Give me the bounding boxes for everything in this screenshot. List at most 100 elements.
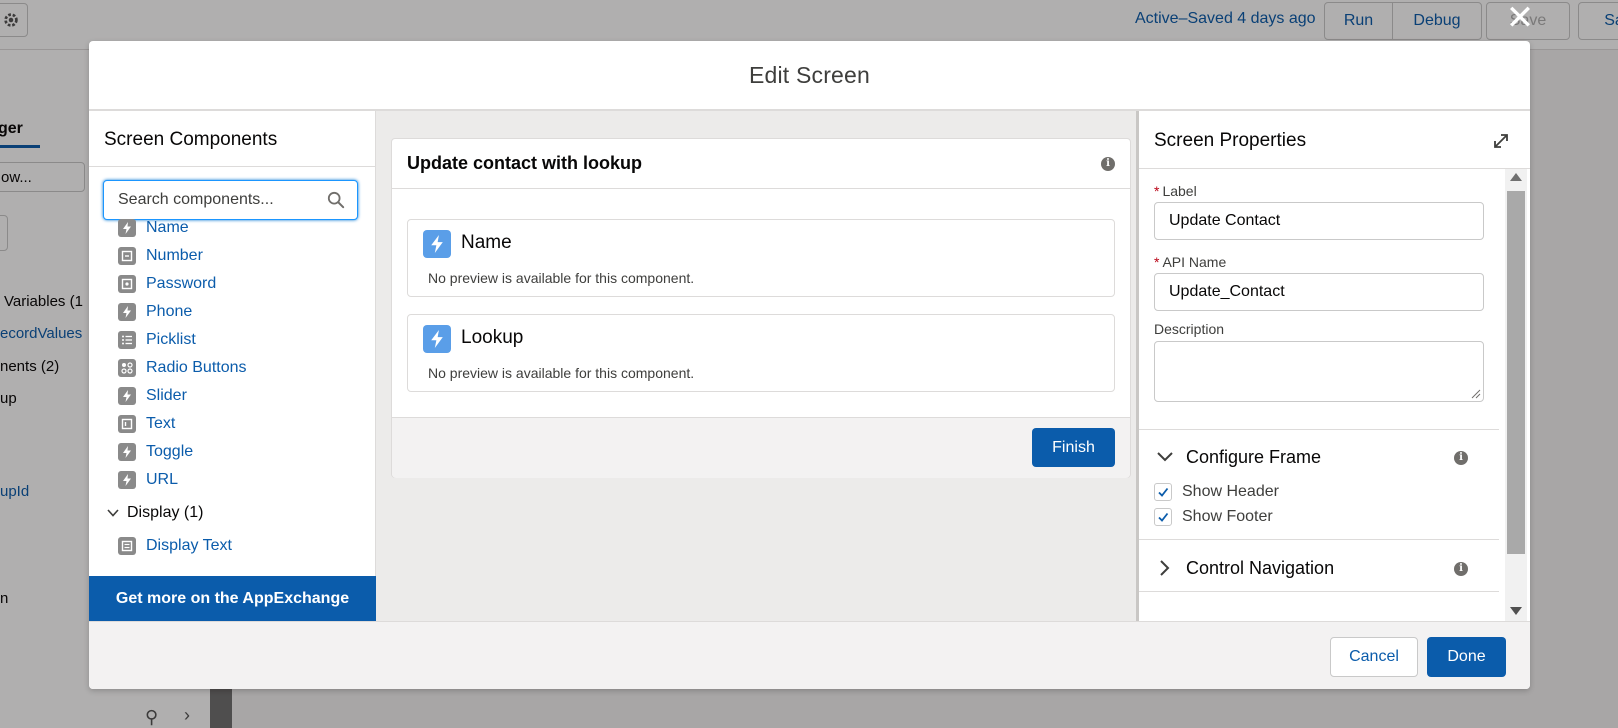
component-item-number[interactable]: Number: [118, 241, 203, 270]
edit-screen-modal: Edit Screen Screen Components Name Numbe…: [89, 41, 1530, 689]
number-icon: [118, 246, 136, 265]
field-name: Name: [461, 232, 512, 253]
screen-preview-title: Update contact with lookup: [407, 153, 643, 173]
chevron-right-icon: [1160, 560, 1170, 576]
screen-components-title: Screen Components: [104, 129, 278, 150]
display-section-toggle[interactable]: Display (1): [103, 498, 203, 527]
lightning-icon: [118, 470, 136, 489]
description-textarea[interactable]: [1154, 341, 1484, 402]
divider: [1139, 591, 1499, 592]
label-field-text: Label: [1162, 183, 1197, 199]
component-item-slider[interactable]: Slider: [118, 381, 187, 410]
show-footer-checkbox[interactable]: [1154, 508, 1172, 526]
expand-icon[interactable]: [1491, 131, 1511, 151]
show-header-checkbox-row[interactable]: Show Header: [1154, 481, 1279, 503]
component-item-name[interactable]: Name: [118, 218, 189, 242]
component-label: Picklist: [146, 330, 196, 348]
field-card-lookup[interactable]: Lookup No preview is available for this …: [407, 314, 1115, 392]
field-preview-text: No preview is available for this compone…: [428, 365, 695, 381]
component-label: Number: [146, 246, 203, 264]
screen-properties-title: Screen Properties: [1154, 130, 1307, 151]
screen-canvas: Update contact with lookup i Name No pre…: [376, 111, 1136, 621]
lightning-icon: [118, 302, 136, 321]
chevron-down-icon: [107, 508, 119, 517]
component-item-phone[interactable]: Phone: [118, 297, 192, 326]
component-search: [103, 180, 358, 220]
divider: [1139, 429, 1499, 430]
lightning-icon: [423, 325, 451, 353]
component-item-display-text[interactable]: Display Text: [118, 531, 232, 560]
control-navigation-toggle[interactable]: Control Navigation: [1154, 553, 1334, 583]
show-footer-checkbox-row[interactable]: Show Footer: [1154, 506, 1273, 528]
component-item-toggle[interactable]: Toggle: [118, 437, 193, 466]
component-label: Slider: [146, 386, 187, 404]
lightning-icon: [423, 230, 451, 258]
modal-title: Edit Screen: [748, 61, 871, 88]
show-header-checkbox[interactable]: [1154, 483, 1172, 501]
screen-preview-footer[interactable]: Finish: [392, 417, 1130, 478]
component-item-text[interactable]: Text: [118, 409, 175, 438]
lightning-icon: [118, 442, 136, 461]
api-name-field-text: API Name: [1162, 254, 1227, 270]
required-mark: *: [1154, 183, 1160, 199]
info-icon[interactable]: i: [1101, 157, 1115, 171]
api-name-input[interactable]: [1154, 273, 1484, 311]
screen-properties-panel: Screen Properties *Label *API Name Descr…: [1136, 111, 1530, 621]
display-section-label: Display (1): [127, 503, 204, 521]
component-item-url[interactable]: URL: [118, 465, 178, 494]
info-icon[interactable]: i: [1454, 562, 1468, 576]
cancel-button[interactable]: Cancel: [1330, 637, 1418, 677]
password-icon: [118, 274, 136, 293]
finish-button[interactable]: Finish: [1032, 428, 1115, 467]
close-icon[interactable]: ✕: [1500, 0, 1540, 38]
picklist-icon: [118, 330, 136, 349]
label-input[interactable]: [1154, 202, 1484, 240]
resize-grip-icon[interactable]: [1471, 389, 1481, 399]
screen-preview-header[interactable]: Update contact with lookup i: [392, 139, 1130, 189]
scroll-up-arrow-icon[interactable]: [1510, 173, 1522, 181]
appexchange-button[interactable]: Get more on the AppExchange: [89, 576, 376, 621]
show-header-label: Show Header: [1182, 483, 1279, 500]
modal-header: Edit Screen: [89, 41, 1530, 111]
screen-components-panel: Screen Components Name Number Password: [89, 111, 376, 621]
api-name-field-label: * API Name: [1154, 254, 1226, 270]
scroll-thumb[interactable]: [1507, 191, 1525, 554]
done-button[interactable]: Done: [1427, 637, 1506, 677]
configure-frame-label: Configure Frame: [1186, 446, 1322, 467]
component-label: Password: [146, 274, 217, 292]
configure-frame-toggle[interactable]: Configure Frame: [1154, 442, 1321, 472]
component-item-password[interactable]: Password: [118, 269, 216, 298]
component-label: URL: [146, 470, 179, 488]
required-mark: *: [1154, 254, 1160, 270]
screen-preview-card[interactable]: Update contact with lookup i Name No pre…: [391, 138, 1131, 478]
field-preview-text: No preview is available for this compone…: [428, 270, 695, 286]
search-input[interactable]: [104, 181, 324, 219]
component-item-radio-buttons[interactable]: Radio Buttons: [118, 353, 247, 382]
scroll-down-arrow-icon[interactable]: [1510, 607, 1522, 615]
component-label: Phone: [146, 302, 193, 320]
component-label: Radio Buttons: [146, 358, 247, 376]
description-field-label: Description: [1154, 321, 1225, 337]
show-footer-label: Show Footer: [1182, 508, 1273, 525]
component-label: Display Text: [146, 536, 232, 554]
radio-icon: [118, 358, 136, 377]
field-card-name[interactable]: Name No preview is available for this co…: [407, 219, 1115, 297]
info-icon[interactable]: i: [1454, 451, 1468, 465]
text-icon: [118, 414, 136, 433]
component-label: Toggle: [146, 442, 194, 460]
control-navigation-label: Control Navigation: [1186, 557, 1335, 578]
chevron-down-icon: [1157, 452, 1173, 462]
divider: [1139, 539, 1499, 540]
component-label: Name: [146, 218, 189, 236]
component-item-picklist[interactable]: Picklist: [118, 325, 196, 354]
lightning-icon: [118, 386, 136, 405]
properties-scrollbar[interactable]: [1505, 169, 1527, 621]
properties-content: *Label *API Name Description Configure F…: [1139, 169, 1499, 621]
field-name: Lookup: [461, 327, 524, 348]
label-field-label: * Label: [1154, 183, 1197, 199]
divider: [89, 166, 375, 167]
search-icon[interactable]: [327, 191, 345, 209]
display-text-icon: [118, 536, 136, 555]
component-label: Text: [146, 414, 176, 432]
modal-footer: Cancel Done: [89, 621, 1530, 689]
